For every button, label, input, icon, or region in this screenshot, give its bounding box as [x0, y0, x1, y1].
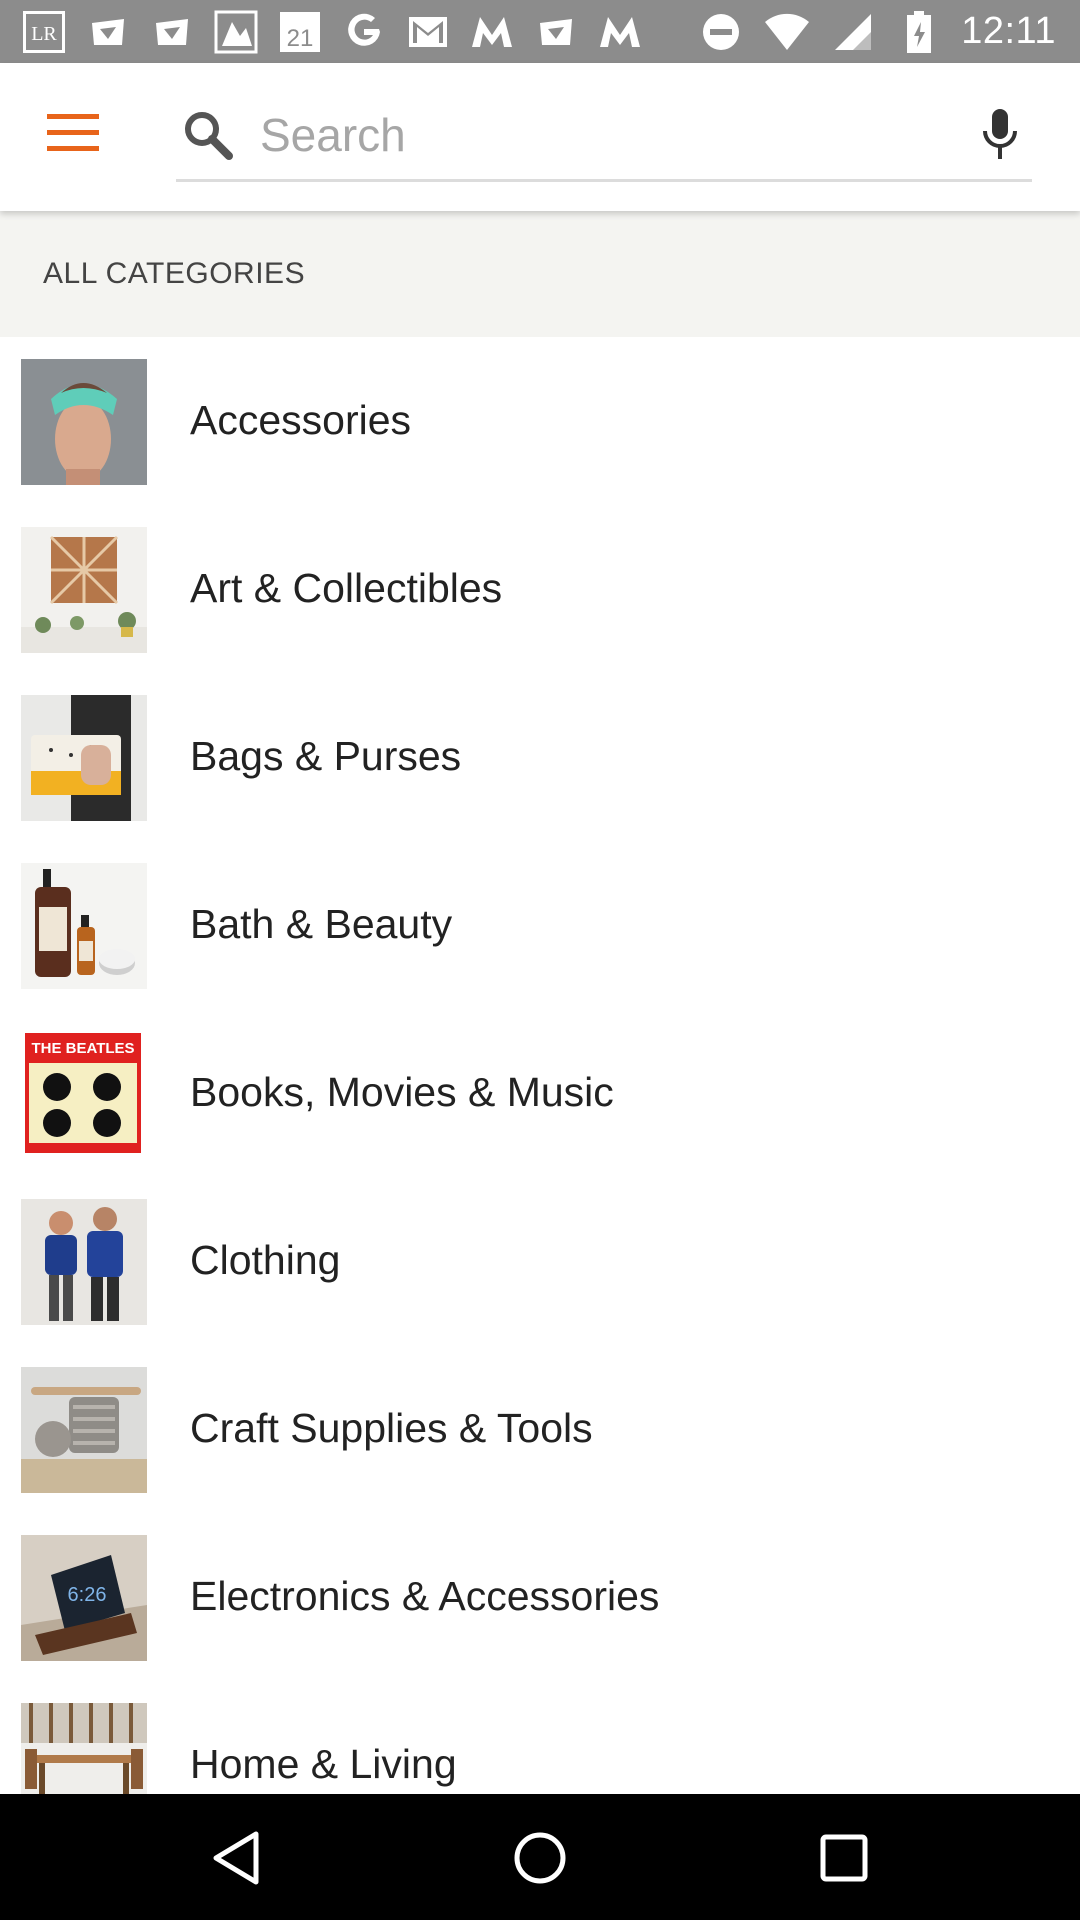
- category-label: Electronics & Accessories: [190, 1573, 660, 1619]
- recents-icon: [820, 1834, 868, 1882]
- app-icon: [532, 9, 580, 55]
- category-label: Accessories: [190, 397, 412, 443]
- category-item-accessories[interactable]: Accessories: [0, 337, 1080, 505]
- home-button[interactable]: [510, 1828, 570, 1888]
- section-title: ALL CATEGORIES: [43, 257, 306, 290]
- electronics-accessories-thumbnail: 6:26: [21, 1535, 147, 1661]
- app-m-icon: [596, 9, 644, 55]
- search-input[interactable]: [260, 103, 900, 167]
- bath-beauty-thumbnail: [21, 863, 147, 989]
- menu-button[interactable]: [32, 100, 114, 164]
- svg-text:21: 21: [287, 25, 314, 52]
- accessories-thumbnail: [21, 359, 147, 485]
- bags-purses-thumbnail: [21, 695, 147, 821]
- back-button[interactable]: [206, 1828, 266, 1888]
- category-label: Clothing: [190, 1237, 341, 1283]
- books-movies-music-thumbnail: THE BEATLES: [21, 1031, 147, 1157]
- cell-signal-icon: [829, 9, 877, 55]
- app-icon: [84, 9, 132, 55]
- category-label: Books, Movies & Music: [190, 1069, 614, 1115]
- category-item-art-collectibles[interactable]: Art & Collectibles: [0, 505, 1080, 673]
- app-icon: [148, 9, 196, 55]
- notification-icons: LR 21: [0, 9, 644, 55]
- svg-text:6:26: 6:26: [68, 1584, 107, 1606]
- home-icon: [514, 1832, 566, 1884]
- app-bar: [0, 63, 1080, 211]
- category-item-clothing[interactable]: Clothing: [0, 1177, 1080, 1345]
- recents-button[interactable]: [814, 1828, 874, 1888]
- app-m-icon: [468, 9, 516, 55]
- category-item-craft-supplies-tools[interactable]: Craft Supplies & Tools: [0, 1345, 1080, 1513]
- svg-text:LR: LR: [31, 23, 57, 45]
- status-bar: LR 21 12:11: [0, 0, 1080, 63]
- category-item-bags-purses[interactable]: Bags & Purses: [0, 673, 1080, 841]
- category-label: Home & Living: [190, 1741, 457, 1787]
- forever21-icon: 21: [276, 9, 324, 55]
- system-icons: 12:11: [697, 9, 1080, 55]
- google-icon: [340, 9, 388, 55]
- category-label: Bags & Purses: [190, 733, 462, 779]
- wifi-icon: [763, 9, 811, 55]
- search-icon: [182, 109, 234, 161]
- hamburger-menu-icon: [47, 114, 99, 151]
- voice-search-button[interactable]: [968, 103, 1032, 167]
- clothing-thumbnail: [21, 1199, 147, 1325]
- category-label: Craft Supplies & Tools: [190, 1405, 593, 1451]
- gmail-icon: [404, 9, 452, 55]
- category-label: Bath & Beauty: [190, 901, 453, 947]
- category-list[interactable]: Accessories Art & Collectibles Bags & Pu…: [0, 337, 1080, 1794]
- lightroom-icon: LR: [20, 9, 68, 55]
- back-icon: [213, 1831, 259, 1885]
- category-item-bath-beauty[interactable]: Bath & Beauty: [0, 841, 1080, 1009]
- category-item-books-movies-music[interactable]: THE BEATLES Books, Movies & Music: [0, 1009, 1080, 1177]
- search-bar[interactable]: [176, 91, 1032, 182]
- status-time: 12:11: [961, 10, 1056, 52]
- do-not-disturb-icon: [697, 9, 745, 55]
- image-icon: [212, 9, 260, 55]
- battery-icon: [895, 9, 943, 55]
- home-living-thumbnail: [21, 1703, 147, 1794]
- microphone-icon: [983, 109, 1017, 159]
- screen: LR 21 12:11 Search ALL CATEGORIES Access…: [0, 0, 1080, 1920]
- category-label: Art & Collectibles: [190, 565, 503, 611]
- svg-text:THE BEATLES: THE BEATLES: [31, 1040, 134, 1057]
- category-item-home-living[interactable]: Home & Living: [0, 1681, 1080, 1794]
- category-item-electronics-accessories[interactable]: 6:26 Electronics & Accessories: [0, 1513, 1080, 1681]
- art-collectibles-thumbnail: [21, 527, 147, 653]
- craft-supplies-tools-thumbnail: [21, 1367, 147, 1493]
- section-header: ALL CATEGORIES: [0, 211, 1080, 337]
- navigation-bar: [0, 1794, 1080, 1920]
